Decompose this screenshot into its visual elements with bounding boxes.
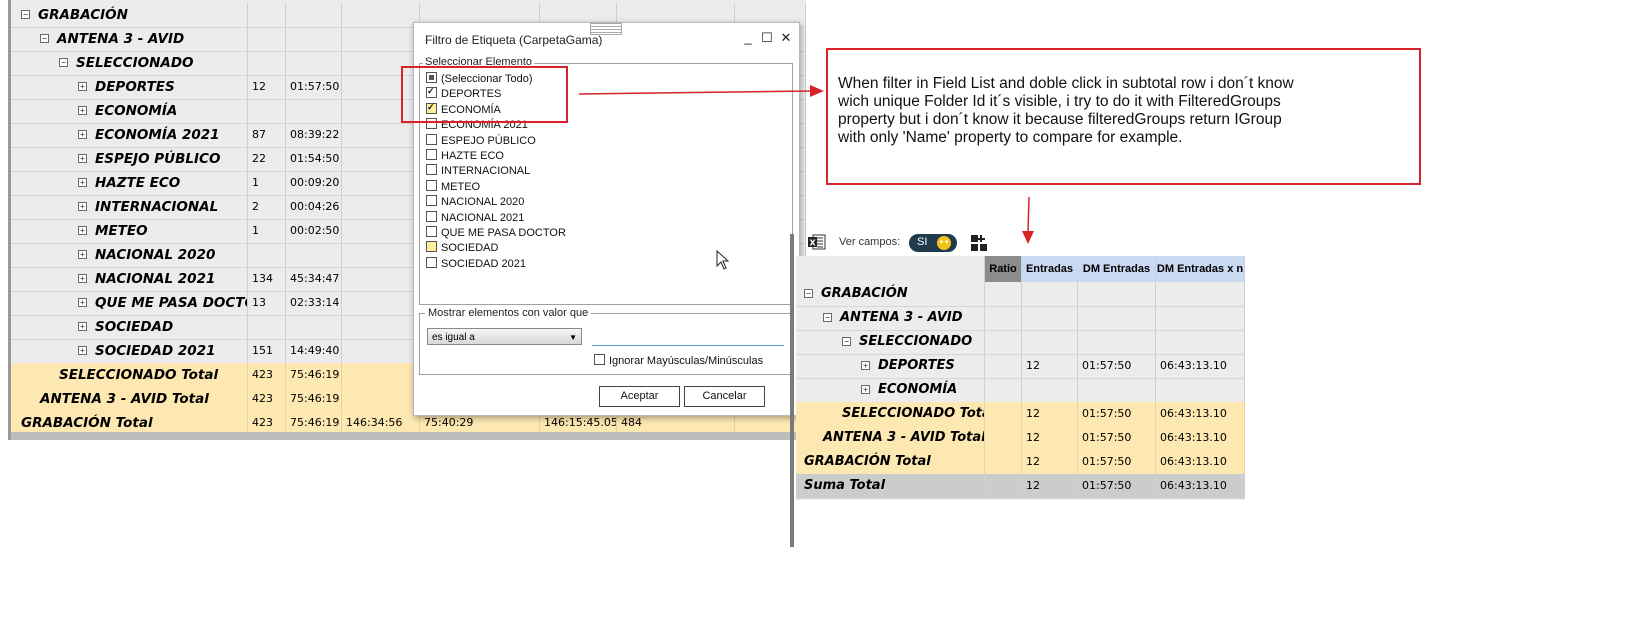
- value-cell: 01:57:50: [1078, 474, 1156, 498]
- value-cell: [1078, 330, 1156, 354]
- row-header-cell: Suma Total: [796, 474, 985, 498]
- total-row[interactable]: GRABACIÓN Total 12 01:57:50 06:43:13.10: [796, 450, 1245, 475]
- column-header[interactable]: Entradas: [1022, 256, 1078, 282]
- expand-icon[interactable]: +: [861, 385, 870, 394]
- collapse-icon[interactable]: −: [842, 337, 851, 346]
- value-cell: [985, 378, 1022, 402]
- value-cell: [1078, 378, 1156, 402]
- value-cell: 01:57:50: [1078, 426, 1156, 450]
- column-header[interactable]: DM Entradas x n: [1156, 256, 1245, 282]
- row-header-cell: − SELECCIONADO: [796, 330, 985, 354]
- view-fields-toggle[interactable]: SI ••: [909, 234, 957, 252]
- value-cell: [985, 306, 1022, 330]
- value-cell: [1156, 378, 1245, 402]
- row-header-cell: GRABACIÓN Total: [796, 450, 985, 474]
- value-cell: [1022, 282, 1078, 306]
- value-cell: [1022, 378, 1078, 402]
- panel-divider: [790, 234, 794, 547]
- row-label: ECONOMÍA: [878, 382, 958, 397]
- value-cell: 01:57:50: [1078, 402, 1156, 426]
- value-cell: 06:43:13.10: [1156, 426, 1245, 450]
- value-cell: [985, 354, 1022, 378]
- arrow-head-icon: [810, 85, 824, 97]
- expand-icon[interactable]: +: [861, 361, 870, 370]
- value-cell: [1156, 306, 1245, 330]
- value-cell: [1078, 282, 1156, 306]
- value-cell: [985, 426, 1022, 450]
- value-cell: 12: [1022, 474, 1078, 498]
- table-row[interactable]: − SELECCIONADO: [796, 330, 1245, 355]
- value-cell: [1022, 306, 1078, 330]
- row-label: GRABACIÓN Total: [804, 454, 931, 469]
- total-row[interactable]: SELECCIONADO Total 12 01:57:50 06:43:13.10: [796, 402, 1245, 427]
- arrow-line-icon: [578, 90, 813, 95]
- row-header-cell: SELECCIONADO Total: [796, 402, 985, 426]
- table-row[interactable]: − ANTENA 3 - AVID: [796, 306, 1245, 331]
- value-cell: 06:43:13.10: [1156, 354, 1245, 378]
- arrow-head-icon: [1022, 231, 1034, 244]
- value-cell: 12: [1022, 450, 1078, 474]
- toggle-label: SI: [917, 236, 928, 248]
- value-cell: [1156, 282, 1245, 306]
- row-header-cell: − ANTENA 3 - AVID: [796, 306, 985, 330]
- value-cell: 01:57:50: [1078, 354, 1156, 378]
- row-header-cell: − GRABACIÓN: [796, 282, 985, 306]
- value-cell: [985, 282, 1022, 306]
- value-cell: 06:43:13.10: [1156, 402, 1245, 426]
- grand-total-row[interactable]: Suma Total 12 01:57:50 06:43:13.10: [796, 474, 1245, 499]
- toggle-knob: ••: [937, 236, 951, 250]
- value-cell: [985, 330, 1022, 354]
- right-pivot-grid: Ratio Entradas DM Entradas DM Entradas x n −…: [796, 256, 1245, 500]
- table-row[interactable]: + DEPORTES 12 01:57:50 06:43:13.10: [796, 354, 1245, 379]
- row-label: ANTENA 3 - AVID: [840, 310, 963, 325]
- row-label: DEPORTES: [878, 358, 955, 373]
- value-cell: [1078, 306, 1156, 330]
- collapse-icon[interactable]: −: [823, 313, 832, 322]
- row-label: SELECCIONADO: [859, 334, 973, 349]
- row-label: ANTENA 3 - AVID Total: [823, 430, 985, 445]
- value-cell: 06:43:13.10: [1156, 474, 1245, 498]
- row-label: Suma Total: [804, 478, 886, 493]
- value-cell: 01:57:50: [1078, 450, 1156, 474]
- total-row[interactable]: ANTENA 3 - AVID Total 12 01:57:50 06:43:13.…: [796, 426, 1245, 451]
- value-cell: [1022, 330, 1078, 354]
- column-header[interactable]: DM Entradas: [1078, 256, 1156, 282]
- value-cell: 12: [1022, 354, 1078, 378]
- view-fields-label: Ver campos:: [839, 236, 901, 248]
- row-header-cell: + ECONOMÍA: [796, 378, 985, 402]
- value-cell: 12: [1022, 426, 1078, 450]
- svg-text:X: X: [810, 239, 817, 248]
- table-row[interactable]: + ECONOMÍA: [796, 378, 1245, 403]
- header-corner: [796, 256, 985, 282]
- row-label: GRABACIÓN: [821, 286, 908, 301]
- value-cell: [1156, 330, 1245, 354]
- arrow-line-icon: [1027, 196, 1030, 233]
- row-header-cell: + DEPORTES: [796, 354, 985, 378]
- row-header-cell: ANTENA 3 - AVID Total: [796, 426, 985, 450]
- value-cell: 06:43:13.10: [1156, 450, 1245, 474]
- column-header[interactable]: Ratio: [985, 256, 1022, 282]
- table-row[interactable]: − GRABACIÓN: [796, 282, 1245, 307]
- value-cell: [985, 450, 1022, 474]
- excel-icon[interactable]: X: [808, 234, 826, 250]
- row-label: SELECCIONADO Total: [842, 406, 985, 421]
- field-list-icon[interactable]: [971, 235, 989, 253]
- collapse-icon[interactable]: −: [804, 289, 813, 298]
- value-cell: 12: [1022, 402, 1078, 426]
- value-cell: [985, 402, 1022, 426]
- value-cell: [985, 474, 1022, 498]
